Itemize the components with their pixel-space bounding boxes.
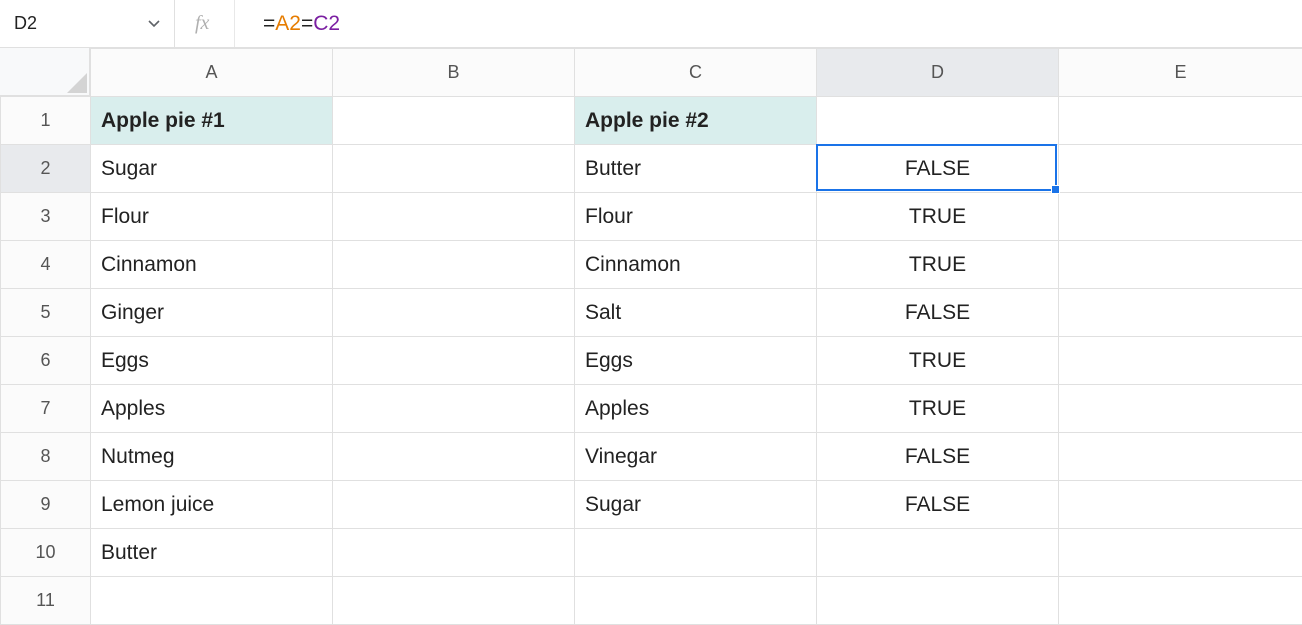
- row-header[interactable]: 6: [1, 337, 91, 385]
- col-header-C[interactable]: C: [575, 49, 817, 97]
- cell-D5[interactable]: FALSE: [817, 289, 1059, 337]
- formula-ref-c: C2: [313, 12, 340, 36]
- spreadsheet-grid[interactable]: A B C D E 1Apple pie #1Apple pie #22Suga…: [0, 48, 1302, 625]
- cell-D11[interactable]: [817, 577, 1059, 625]
- table-row: 9Lemon juice SugarFALSE: [1, 481, 1302, 529]
- cell-E9[interactable]: [1059, 481, 1302, 529]
- cell-B6[interactable]: [333, 337, 575, 385]
- cell-E8[interactable]: [1059, 433, 1302, 481]
- cell-B3[interactable]: [333, 193, 575, 241]
- row-header[interactable]: 1: [1, 97, 91, 145]
- fx-label: fx: [195, 12, 209, 35]
- row-header[interactable]: 11: [1, 577, 91, 625]
- grid-table: A B C D E 1Apple pie #1Apple pie #22Suga…: [0, 48, 1302, 625]
- fx-icon: fx: [175, 0, 235, 47]
- col-header-A[interactable]: A: [91, 49, 333, 97]
- formula-eq1: =: [263, 12, 275, 36]
- col-header-E[interactable]: E: [1059, 49, 1302, 97]
- cell-A5[interactable]: Ginger: [91, 289, 333, 337]
- cell-A10[interactable]: Butter: [91, 529, 333, 577]
- cell-C6[interactable]: Eggs: [575, 337, 817, 385]
- row-header[interactable]: 9: [1, 481, 91, 529]
- cell-D3[interactable]: TRUE: [817, 193, 1059, 241]
- cell-E4[interactable]: [1059, 241, 1302, 289]
- cell-A7[interactable]: Apples: [91, 385, 333, 433]
- cell-E10[interactable]: [1059, 529, 1302, 577]
- formula-bar: D2 fx =A2=C2: [0, 0, 1302, 48]
- formula-input[interactable]: =A2=C2: [235, 0, 1302, 47]
- cell-E1[interactable]: [1059, 97, 1302, 145]
- row-header[interactable]: 2: [1, 145, 91, 193]
- name-box-value: D2: [14, 13, 37, 34]
- cell-E2[interactable]: [1059, 145, 1302, 193]
- row-header[interactable]: 10: [1, 529, 91, 577]
- cell-C3[interactable]: Flour: [575, 193, 817, 241]
- cell-A3[interactable]: Flour: [91, 193, 333, 241]
- cell-D7[interactable]: TRUE: [817, 385, 1059, 433]
- cell-C2[interactable]: Butter: [575, 145, 817, 193]
- cell-B1[interactable]: [333, 97, 575, 145]
- table-row: 2Sugar ButterFALSE: [1, 145, 1302, 193]
- formula-ref-a: A2: [275, 12, 301, 36]
- cell-E11[interactable]: [1059, 577, 1302, 625]
- name-box[interactable]: D2: [0, 0, 175, 47]
- table-row: 6EggsEggsTRUE: [1, 337, 1302, 385]
- row-header[interactable]: 3: [1, 193, 91, 241]
- name-box-dropdown-icon[interactable]: [148, 18, 160, 30]
- cell-B2[interactable]: [333, 145, 575, 193]
- cell-D10[interactable]: [817, 529, 1059, 577]
- cell-D1[interactable]: [817, 97, 1059, 145]
- cell-D6[interactable]: TRUE: [817, 337, 1059, 385]
- cell-B8[interactable]: [333, 433, 575, 481]
- cell-E7[interactable]: [1059, 385, 1302, 433]
- cell-C11[interactable]: [575, 577, 817, 625]
- table-row: 4CinnamonCinnamonTRUE: [1, 241, 1302, 289]
- row-header[interactable]: 8: [1, 433, 91, 481]
- table-row: 7ApplesApplesTRUE: [1, 385, 1302, 433]
- table-row: 1Apple pie #1 Apple pie #2: [1, 97, 1302, 145]
- row-header[interactable]: 5: [1, 289, 91, 337]
- cell-C4[interactable]: Cinnamon: [575, 241, 817, 289]
- cell-A6[interactable]: Eggs: [91, 337, 333, 385]
- cell-A1[interactable]: Apple pie #1: [91, 97, 333, 145]
- cell-C1[interactable]: Apple pie #2: [575, 97, 817, 145]
- table-row: 8Nutmeg VinegarFALSE: [1, 433, 1302, 481]
- cell-D9[interactable]: FALSE: [817, 481, 1059, 529]
- cell-C5[interactable]: Salt: [575, 289, 817, 337]
- cell-A4[interactable]: Cinnamon: [91, 241, 333, 289]
- table-row: 10Butter: [1, 529, 1302, 577]
- table-row: 3FlourFlourTRUE: [1, 193, 1302, 241]
- cell-C10[interactable]: [575, 529, 817, 577]
- select-all-cell[interactable]: [0, 48, 90, 96]
- table-row: 5Ginger SaltFALSE: [1, 289, 1302, 337]
- col-header-D[interactable]: D: [817, 49, 1059, 97]
- cell-C7[interactable]: Apples: [575, 385, 817, 433]
- cell-C9[interactable]: Sugar: [575, 481, 817, 529]
- cell-A2[interactable]: Sugar: [91, 145, 333, 193]
- row-header[interactable]: 7: [1, 385, 91, 433]
- cell-B5[interactable]: [333, 289, 575, 337]
- cell-B4[interactable]: [333, 241, 575, 289]
- row-header[interactable]: 4: [1, 241, 91, 289]
- cell-A11[interactable]: [91, 577, 333, 625]
- formula-eq2: =: [301, 12, 313, 36]
- cell-A9[interactable]: Lemon juice: [91, 481, 333, 529]
- select-all-triangle-icon: [67, 73, 87, 93]
- cell-B10[interactable]: [333, 529, 575, 577]
- cell-B7[interactable]: [333, 385, 575, 433]
- cell-B11[interactable]: [333, 577, 575, 625]
- cell-C8[interactable]: Vinegar: [575, 433, 817, 481]
- cell-D8[interactable]: FALSE: [817, 433, 1059, 481]
- table-row: 11: [1, 577, 1302, 625]
- cell-A8[interactable]: Nutmeg: [91, 433, 333, 481]
- col-header-B[interactable]: B: [333, 49, 575, 97]
- cell-E3[interactable]: [1059, 193, 1302, 241]
- cell-D4[interactable]: TRUE: [817, 241, 1059, 289]
- cell-D2[interactable]: FALSE: [817, 145, 1059, 193]
- cell-E5[interactable]: [1059, 289, 1302, 337]
- cell-E6[interactable]: [1059, 337, 1302, 385]
- column-header-row: A B C D E: [1, 49, 1302, 97]
- cell-B9[interactable]: [333, 481, 575, 529]
